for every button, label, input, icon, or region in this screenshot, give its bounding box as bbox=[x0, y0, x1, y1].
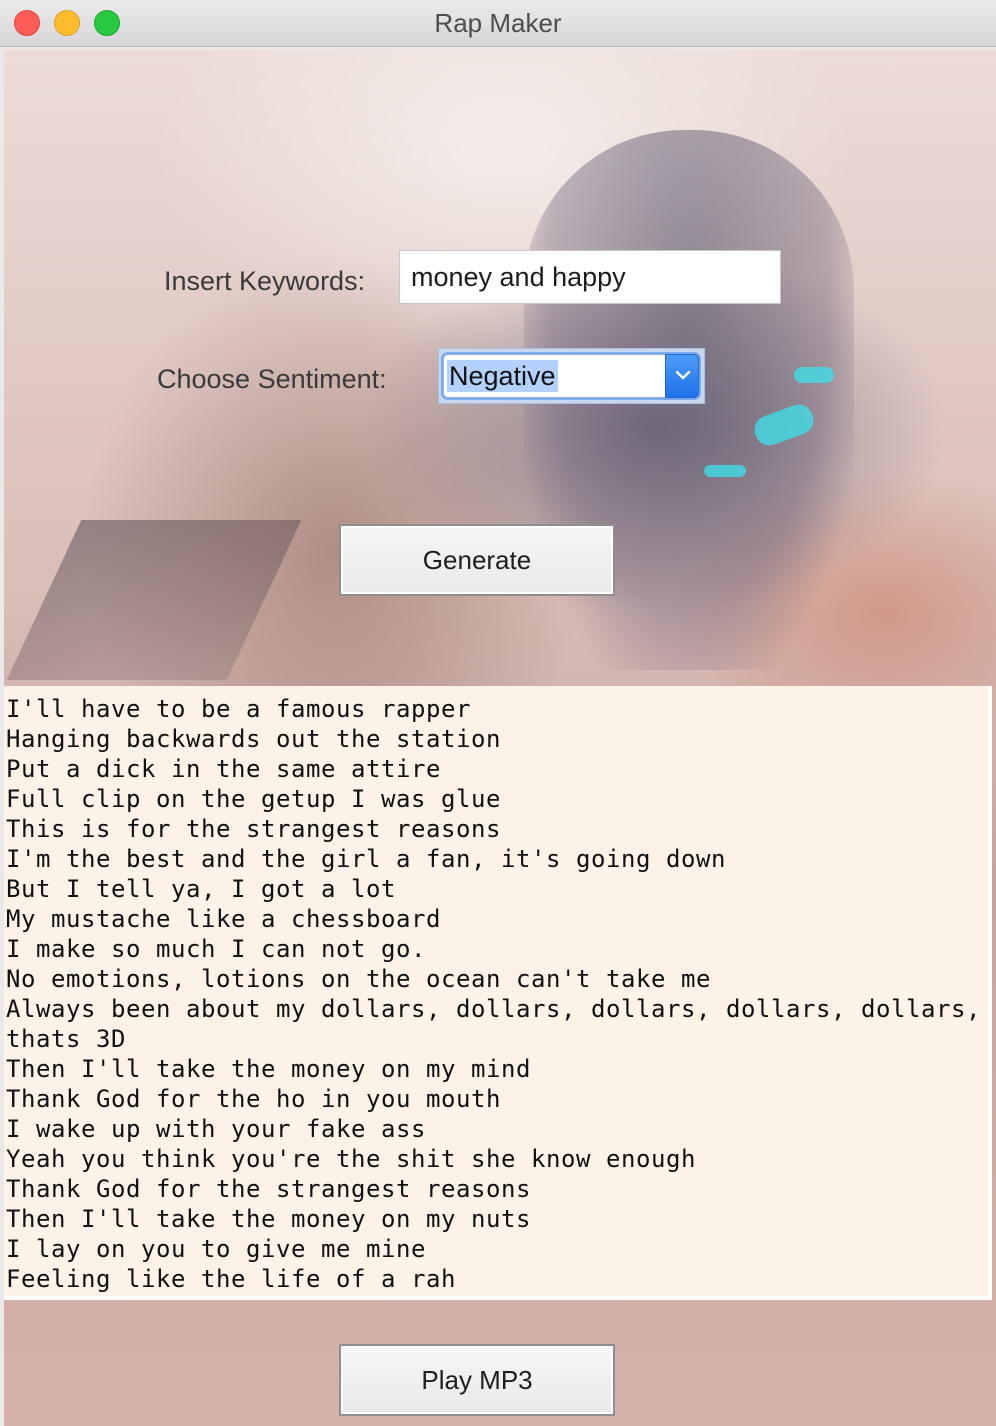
lyric-line: I make so much I can not go. bbox=[6, 935, 426, 963]
lyric-line: Thank God for the ho in you mouth bbox=[6, 1085, 501, 1113]
keywords-input[interactable] bbox=[399, 250, 781, 304]
sentiment-label: Choose Sentiment: bbox=[157, 364, 387, 394]
lyric-line: No emotions, lotions on the ocean can't … bbox=[6, 965, 711, 993]
lyric-line: I'll have to be a famous rapper bbox=[6, 695, 471, 723]
lyric-line: But I tell ya, I got a lot bbox=[6, 875, 396, 903]
lyric-line: Hanging backwards out the station bbox=[6, 725, 501, 753]
lyric-line: Yeah you think you're the shit she know … bbox=[6, 1145, 696, 1173]
lyric-line: Thank God for the strangest reasons bbox=[6, 1175, 531, 1203]
lyric-line: This is for the strangest reasons bbox=[6, 815, 501, 843]
background-laptop bbox=[6, 520, 302, 680]
sentiment-selected-value: Negative bbox=[447, 360, 558, 392]
lyric-line: Then I'll take the money on my mind bbox=[6, 1055, 531, 1083]
lyrics-output[interactable]: I'll have to be a famous rapper Hanging b… bbox=[4, 686, 992, 1300]
lyric-line: Then I'll take the money on my nuts bbox=[6, 1205, 531, 1233]
lyric-line: I lay on you to give me mine bbox=[6, 1235, 426, 1263]
keywords-label: Insert Keywords: bbox=[164, 266, 366, 296]
play-mp3-button[interactable]: Play MP3 bbox=[339, 1344, 615, 1416]
lyric-line: I'm the best and the girl a fan, it's go… bbox=[6, 845, 726, 873]
lyric-line: I wake up with your fake ass bbox=[6, 1115, 426, 1143]
lyric-line: My mustache like a chessboard bbox=[6, 905, 441, 933]
lyric-line: Always been about my dollars, dollars, d… bbox=[6, 995, 981, 1053]
window-title: Rap Maker bbox=[434, 8, 562, 38]
sentiment-select[interactable]: Negative bbox=[443, 354, 699, 398]
generate-button[interactable]: Generate bbox=[339, 524, 615, 596]
lyric-line: Put a dick in the same attire bbox=[6, 755, 441, 783]
lyric-line: Full clip on the getup I was glue bbox=[6, 785, 501, 813]
app-window: Rap Maker Insert Keywords: Choose Sentim… bbox=[0, 0, 996, 1426]
background-light-accent bbox=[704, 465, 746, 477]
background-light-accent bbox=[794, 367, 834, 383]
title-bar: Rap Maker bbox=[0, 0, 996, 47]
lyric-line: Feeling like the life of a rah bbox=[6, 1265, 456, 1293]
chevron-down-icon[interactable] bbox=[665, 354, 699, 398]
background-image: Insert Keywords: Choose Sentiment: Negat… bbox=[4, 50, 996, 1426]
